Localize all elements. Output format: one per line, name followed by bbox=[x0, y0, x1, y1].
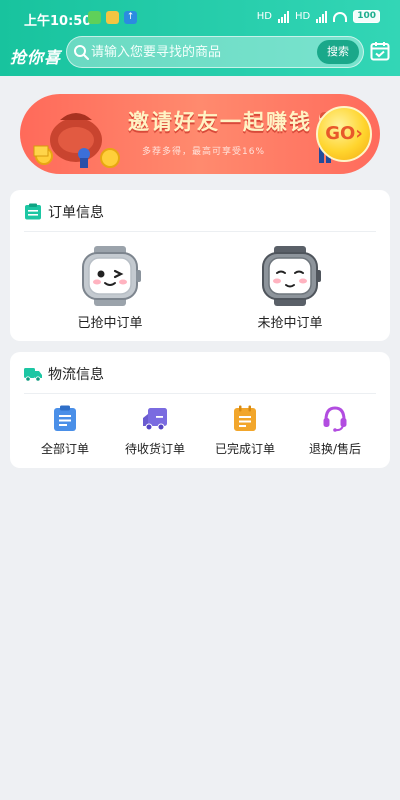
headset-icon bbox=[323, 406, 347, 432]
signal-label-1: HD bbox=[256, 11, 272, 22]
order-info-card: 订单信息 已抢中订单 未抢中订单 bbox=[10, 190, 390, 341]
note-notification-icon bbox=[106, 11, 119, 24]
status-time: 上午10:50 bbox=[24, 14, 92, 29]
clipboard-icon bbox=[54, 405, 76, 431]
calendar-check-icon[interactable] bbox=[370, 41, 390, 61]
order-info-title: 订单信息 bbox=[48, 205, 104, 221]
status-bar: 上午10:50 ↑ HD HD 100 bbox=[0, 0, 400, 34]
app-logo: 抢你喜 bbox=[10, 48, 62, 67]
banner-subtitle: 多荐多得，最高可享受16% bbox=[142, 147, 266, 157]
signal-bars-icon bbox=[277, 10, 289, 23]
sad-watch-icon bbox=[262, 246, 321, 306]
search-bar[interactable]: 搜索 bbox=[66, 36, 364, 68]
money-bag-icon bbox=[33, 113, 120, 168]
order-clipboard-icon bbox=[25, 203, 41, 220]
go-button[interactable]: GO› bbox=[316, 106, 372, 162]
status-right: HD HD 100 bbox=[257, 10, 380, 23]
truck-icon bbox=[24, 368, 42, 382]
search-icon bbox=[74, 45, 89, 60]
all-orders-button[interactable]: 全部订单 bbox=[20, 404, 110, 457]
wechat-notification-icon bbox=[88, 11, 101, 24]
won-orders-label: 已抢中订单 bbox=[77, 316, 143, 331]
search-input[interactable] bbox=[91, 37, 291, 67]
logistics-info-title: 物流信息 bbox=[48, 367, 104, 383]
signal-bars-icon-2 bbox=[316, 10, 328, 23]
delivery-truck-icon bbox=[143, 408, 167, 431]
completed-orders-button[interactable]: 已完成订单 bbox=[200, 404, 290, 457]
wifi-icon bbox=[333, 11, 348, 22]
won-orders-button[interactable]: 已抢中订单 bbox=[40, 244, 180, 334]
all-orders-label: 全部订单 bbox=[40, 442, 89, 456]
returns-aftersales-button[interactable]: 退换/售后 bbox=[290, 404, 380, 457]
completed-orders-label: 已完成订单 bbox=[214, 442, 275, 456]
logistics-info-header: 物流信息 bbox=[24, 352, 376, 394]
search-button[interactable]: 搜索 bbox=[317, 40, 359, 64]
upload-notification-icon: ↑ bbox=[124, 11, 137, 24]
order-info-header: 订单信息 bbox=[24, 190, 376, 232]
pending-delivery-button[interactable]: 待收货订单 bbox=[110, 404, 200, 457]
battery-icon: 100 bbox=[353, 10, 380, 23]
returns-aftersales-label: 退换/售后 bbox=[308, 442, 362, 456]
banner-title: 邀请好友一起赚钱 bbox=[128, 110, 312, 134]
app-header: 上午10:50 ↑ HD HD 100 抢你喜 搜索 bbox=[0, 0, 400, 76]
lost-orders-label: 未抢中订单 bbox=[257, 316, 323, 331]
pending-delivery-label: 待收货订单 bbox=[124, 442, 185, 456]
winking-watch-icon bbox=[82, 246, 141, 306]
lost-orders-button[interactable]: 未抢中订单 bbox=[220, 244, 360, 334]
logistics-info-card: 物流信息 全部订单 待收货订单 已完成订单 退换/售后 bbox=[10, 352, 390, 468]
signal-label-2: HD bbox=[294, 11, 311, 22]
invite-friends-banner[interactable]: 邀请好友一起赚钱 多荐多得，最高可享受16% GO› bbox=[20, 94, 380, 174]
completed-doc-icon bbox=[234, 405, 256, 431]
